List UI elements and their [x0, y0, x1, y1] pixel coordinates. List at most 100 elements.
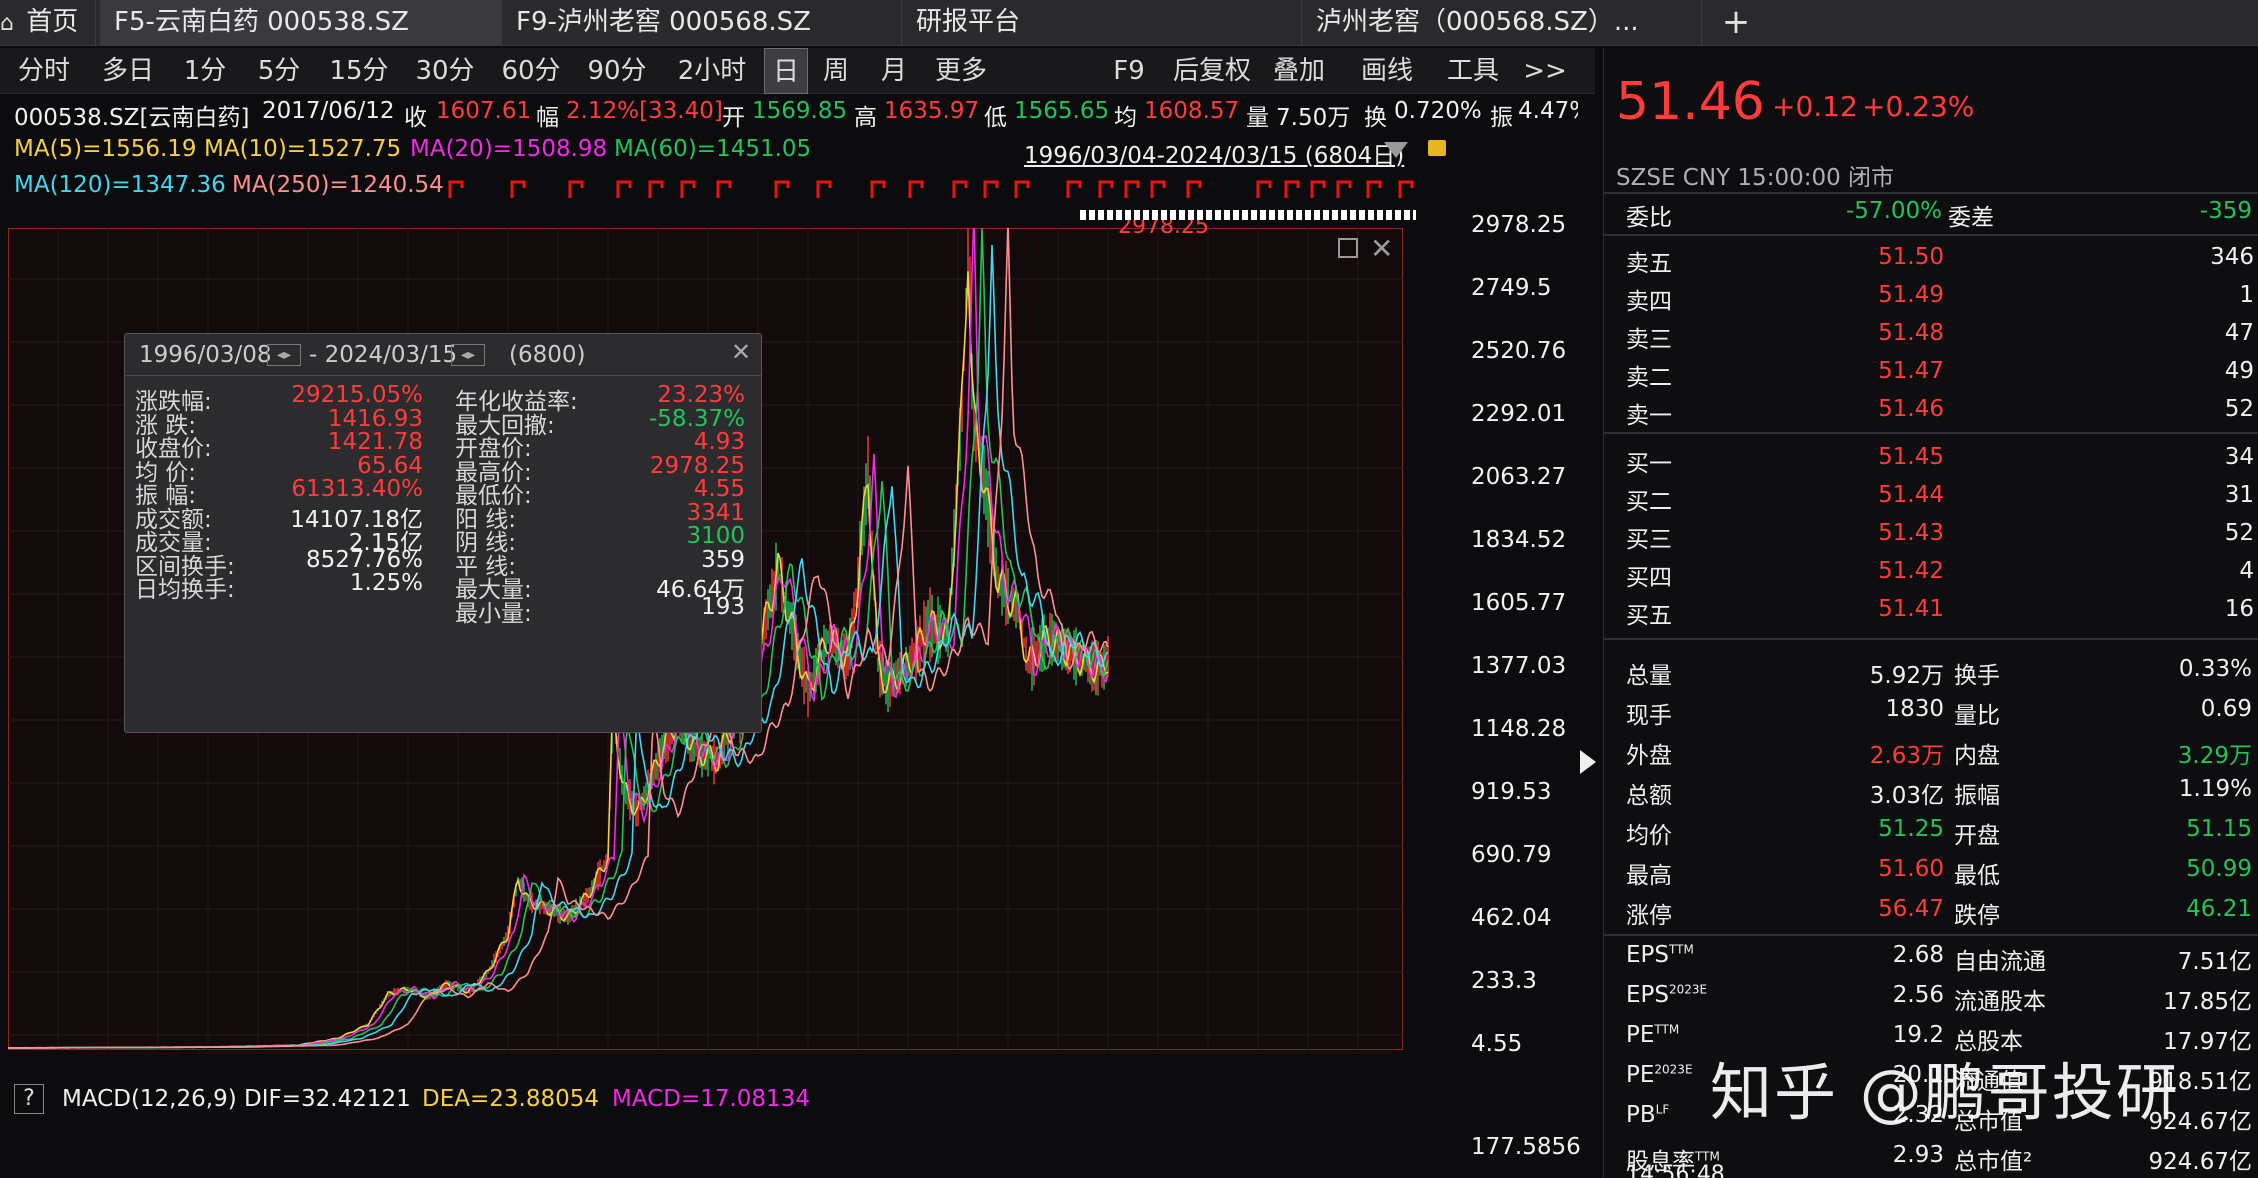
- period-30min[interactable]: 30分: [404, 48, 486, 94]
- y-tick-label: 2520.76: [1471, 338, 1567, 364]
- divider: [1604, 638, 2258, 640]
- event-flag-icon[interactable]: [1398, 180, 1414, 198]
- close-chart-icon[interactable]: ✕: [1370, 232, 1393, 265]
- period-2h[interactable]: 2小时: [662, 48, 762, 94]
- period-month[interactable]: 月: [872, 48, 916, 94]
- event-flag-icon[interactable]: [568, 180, 584, 198]
- bid-volume: 34: [2224, 444, 2254, 470]
- start-stepper[interactable]: ◂▸: [267, 344, 301, 366]
- avg-label: 均: [1114, 105, 1137, 131]
- stat-value: 46.21: [2186, 896, 2252, 922]
- restore-icon[interactable]: [1338, 238, 1358, 258]
- ask-label: 卖四: [1626, 289, 1672, 315]
- collapse-arrow-icon[interactable]: [1580, 750, 1596, 774]
- event-flag-icon[interactable]: [716, 180, 732, 198]
- event-flag-icon[interactable]: [1366, 180, 1382, 198]
- event-flag-icon[interactable]: [1284, 180, 1300, 198]
- period-day[interactable]: 日: [764, 48, 808, 94]
- bid-label: 买三: [1626, 527, 1672, 553]
- draw-button[interactable]: 画线: [1358, 48, 1416, 94]
- lock-icon[interactable]: [1428, 140, 1446, 156]
- ma120-label: MA(120)=1347.36: [14, 172, 226, 198]
- tab-yunnan-baiyao[interactable]: F5-云南白药 000538.SZ: [100, 0, 502, 46]
- weicha-value: -359: [2199, 198, 2252, 224]
- tools-button[interactable]: 工具: [1444, 48, 1502, 94]
- fin-label-sup: 2023E: [1654, 1062, 1693, 1077]
- end-stepper[interactable]: ◂▸: [451, 344, 485, 366]
- event-flag-icon[interactable]: [1124, 180, 1140, 198]
- event-flag-icon[interactable]: [448, 180, 464, 198]
- divider: [1604, 192, 2258, 194]
- event-flag-icon[interactable]: [680, 180, 696, 198]
- event-flag-icon[interactable]: [908, 180, 924, 198]
- tab-luzhou[interactable]: 泸州老窖（000568.SZ）...: [1302, 0, 1702, 46]
- fin-label-text: EPS: [1626, 982, 1670, 1008]
- date-range-selector[interactable]: 1996/03/04-2024/03/15 (6804日): [1024, 136, 1404, 170]
- period-multiday[interactable]: 多日: [88, 48, 168, 94]
- overlay-button[interactable]: 叠加: [1270, 48, 1328, 94]
- ask-label: 卖五: [1626, 251, 1672, 277]
- event-flag-icon[interactable]: [1066, 180, 1082, 198]
- stat-label: 外盘: [1626, 743, 1672, 769]
- period-week[interactable]: 周: [814, 48, 858, 94]
- event-flag-icon[interactable]: [616, 180, 632, 198]
- event-flag-icon[interactable]: [774, 180, 790, 198]
- fin-value: 2.68: [1892, 942, 1944, 968]
- event-flag-icon[interactable]: [1310, 180, 1326, 198]
- tick-time: 14:56:48: [1626, 1162, 1725, 1178]
- period-5min[interactable]: 5分: [244, 48, 314, 94]
- popup-close-icon[interactable]: ✕: [731, 338, 751, 366]
- tab-luzhou-f9[interactable]: F9-泸州老窖 000568.SZ: [502, 0, 902, 46]
- period-fenshi[interactable]: 分时: [4, 48, 84, 94]
- event-flag-icon[interactable]: [816, 180, 832, 198]
- event-flag-icon[interactable]: [648, 180, 664, 198]
- event-flag-icon[interactable]: [1256, 180, 1272, 198]
- y-tick-label: 1605.77: [1471, 590, 1567, 616]
- f9-button[interactable]: F9: [1104, 48, 1154, 94]
- period-1min[interactable]: 1分: [170, 48, 240, 94]
- period-more[interactable]: 更多: [926, 48, 996, 94]
- event-flag-icon[interactable]: [510, 180, 526, 198]
- event-flag-icon[interactable]: [870, 180, 886, 198]
- more-tools-button[interactable]: >>: [1522, 48, 1568, 94]
- period-60min[interactable]: 60分: [490, 48, 572, 94]
- popup-stat-label: 最小量:: [455, 600, 532, 627]
- popup-stat-value: 23.23%: [657, 382, 745, 408]
- add-tab-button[interactable]: +: [1716, 0, 1756, 46]
- y-tick-label: 233.3: [1471, 968, 1537, 994]
- ask-volume: 346: [2210, 244, 2254, 270]
- event-flag-icon[interactable]: [983, 180, 999, 198]
- change-value: 2.12%[33.40]: [566, 98, 723, 124]
- tab-home[interactable]: ⌂ 首页: [0, 0, 96, 46]
- event-flag-icon[interactable]: [1098, 180, 1114, 198]
- stat-value: 1830: [1885, 696, 1944, 722]
- dropdown-triangle-icon[interactable]: [1384, 142, 1408, 158]
- period-90min[interactable]: 90分: [576, 48, 658, 94]
- stat-label: 均价: [1626, 823, 1672, 849]
- price-change-pct: +0.23%: [1862, 90, 1975, 123]
- event-flag-icon[interactable]: [1186, 180, 1202, 198]
- event-flag-icon[interactable]: [1014, 180, 1030, 198]
- y-tick-label: 4.55: [1471, 1031, 1523, 1057]
- fin-label-text: EPS: [1626, 942, 1670, 968]
- watermark: 知乎 @鹏哥投研: [1710, 1056, 2180, 1129]
- tab-research[interactable]: 研报平台: [902, 0, 1302, 46]
- ask-label: 卖一: [1626, 403, 1672, 429]
- stat-value: 0.33%: [2178, 656, 2252, 682]
- event-flag-icon[interactable]: [1336, 180, 1352, 198]
- y-tick-label: 2063.27: [1471, 464, 1567, 490]
- event-flag-icon[interactable]: [952, 180, 968, 198]
- amplitude-value: 4.47%: [1518, 98, 1578, 124]
- ask-label: 卖三: [1626, 327, 1672, 353]
- range-stats-popup: 1996/03/08 ◂▸ - 2024/03/15 ◂▸ (6800) ✕ 涨…: [124, 333, 762, 733]
- popup-stat-value: 4.55: [693, 476, 745, 502]
- market-meta: SZSE CNY 15:00:00 闭市: [1616, 165, 1895, 191]
- fin-label: PETTM: [1626, 1022, 1679, 1048]
- adjust-button[interactable]: 后复权: [1170, 48, 1254, 94]
- help-button[interactable]: ?: [14, 1084, 44, 1114]
- macd-name: MACD(12,26,9): [62, 1086, 237, 1112]
- avg-value: 1608.57: [1144, 98, 1240, 124]
- event-flag-icon[interactable]: [1150, 180, 1166, 198]
- weibi-value: -57.00%: [1846, 198, 1942, 224]
- period-15min[interactable]: 15分: [318, 48, 400, 94]
